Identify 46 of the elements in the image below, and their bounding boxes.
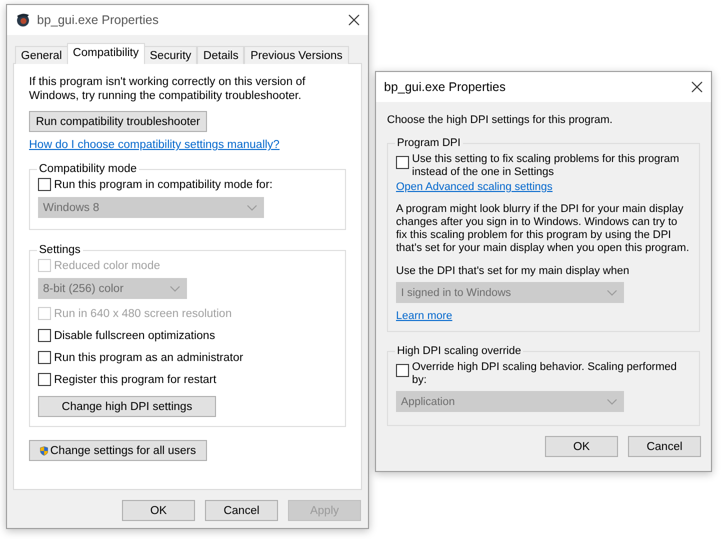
dialog-button[interactable]: Cancel	[205, 500, 278, 521]
all-users-button[interactable]: Change settings for all users	[29, 440, 207, 461]
tab[interactable]: General	[15, 46, 68, 64]
checkbox[interactable]	[38, 178, 51, 191]
checkbox-label: Use this setting to fix scaling problems for this program instead of the one in Settings	[412, 153, 680, 179]
tab[interactable]: Details	[197, 46, 244, 64]
group-legend: Settings	[37, 243, 83, 257]
troubleshooter-button[interactable]: Run compatibility troubleshooter	[29, 111, 207, 132]
chevron-icon	[170, 286, 180, 292]
dialog-button[interactable]: Cancel	[628, 436, 701, 457]
window-title: bp_gui.exe Properties	[37, 13, 160, 27]
checkbox[interactable]	[396, 156, 409, 169]
close-icon[interactable]	[348, 14, 360, 26]
checkbox[interactable]	[38, 351, 51, 364]
checkbox[interactable]	[396, 364, 409, 377]
intro-text: Choose the high DPI settings for this program.	[387, 114, 614, 127]
window-title: bp_gui.exe Properties	[384, 80, 507, 94]
tab[interactable]: Compatibility	[66, 43, 145, 64]
dialog-button[interactable]: OK	[545, 436, 618, 457]
checkbox-label: Run this program in compatibility mode for:	[54, 178, 273, 192]
group-legend: Program DPI	[395, 136, 463, 150]
chevron-icon	[607, 398, 617, 404]
checkbox-label: Reduced color mode	[54, 259, 160, 273]
link[interactable]: Learn more	[396, 310, 452, 323]
tab[interactable]: Previous Versions	[244, 46, 348, 64]
group-legend: High DPI scaling override	[395, 344, 524, 358]
tab[interactable]: Security	[144, 46, 198, 64]
checkbox-label: Run in 640 x 480 screen resolution	[54, 307, 232, 321]
checkbox-label: Register this program for restart	[54, 373, 216, 387]
link[interactable]: Open Advanced scaling settings	[396, 181, 553, 194]
chevron-icon	[607, 290, 617, 296]
checkbox-label: Disable fullscreen optimizations	[54, 329, 216, 343]
help-link[interactable]: How do I choose compatibility settings manually?	[29, 138, 280, 152]
checkbox-label: Override high DPI scaling behavior. Scaling performed by:	[412, 361, 678, 387]
app-icon	[15, 12, 31, 28]
dropdown-label: Use the DPI that's set for my main display when	[396, 265, 630, 278]
dialog-button[interactable]: OK	[122, 500, 195, 521]
group-legend: Compatibility mode	[37, 162, 139, 176]
dpi-settings-button[interactable]: Change high DPI settings	[38, 396, 216, 417]
checkbox-label: Run this program as an administrator	[54, 351, 244, 365]
close-icon[interactable]	[691, 81, 703, 93]
description-text: A program might look blurry if the DPI for your main display changes after you sign in to Windows. Windows can try to fix this scaling problem for this program by using the DPI that's set for your main display when you open this program.	[396, 203, 690, 255]
checkbox[interactable]	[38, 329, 51, 342]
intro-text: If this program isn't working correctly on this version of Windows, try running the compatibility troubleshooter.	[29, 75, 306, 103]
chevron-icon	[247, 204, 257, 210]
checkbox[interactable]	[38, 373, 51, 386]
